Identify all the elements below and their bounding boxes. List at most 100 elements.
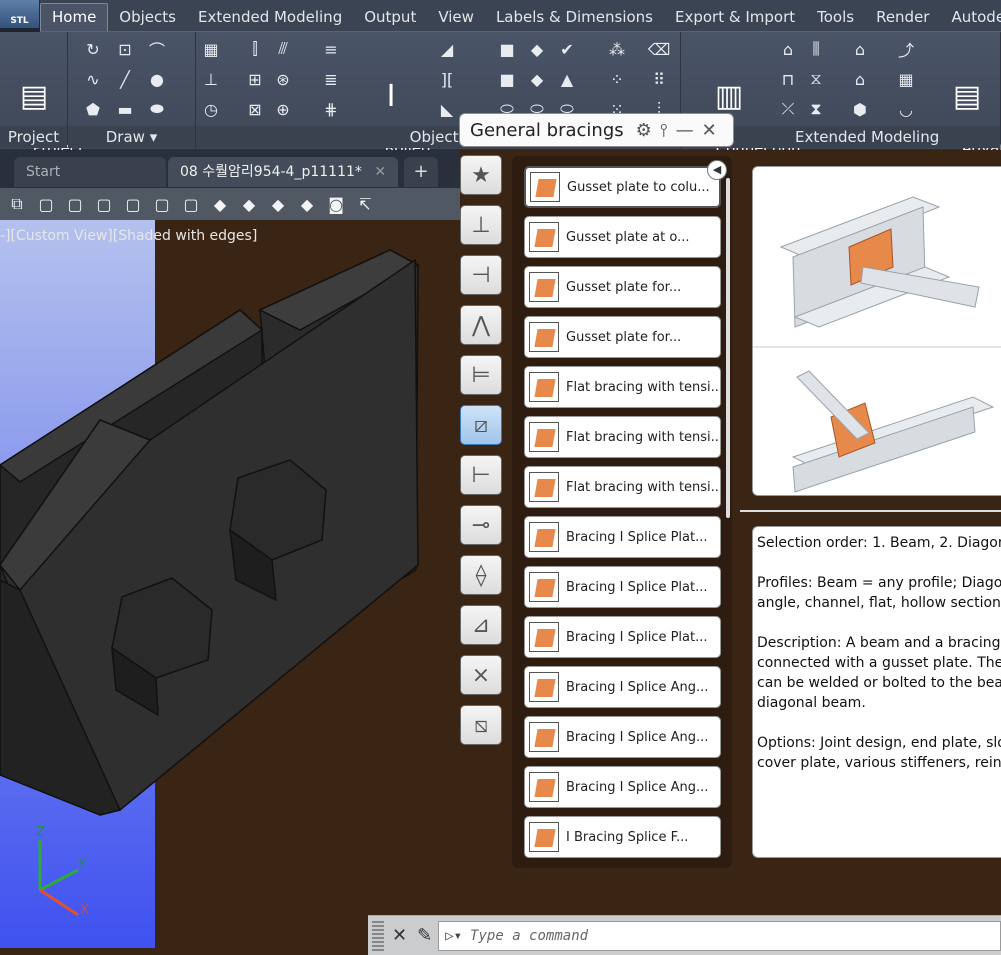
spline-icon[interactable]: ∿ [82,68,104,90]
tab-labels-dimensions[interactable]: Labels & Dimensions [485,8,664,31]
list-item[interactable]: Flat bracing with tensi... [524,366,721,408]
anchor-icon[interactable]: ⊕ [272,98,294,120]
eraser-icon[interactable]: ⌫ [648,38,671,60]
viewport-label[interactable]: -][Custom View][Shaded with edges] [0,228,257,244]
arc-icon[interactable]: ⌒ [146,38,168,60]
view-cube-icon[interactable]: ⧉ [6,193,28,215]
iso-ne-icon[interactable]: ◆ [267,193,289,215]
shape-4-icon[interactable]: ■ [496,68,518,90]
list-item[interactable]: Gusset plate at o... [524,216,721,258]
ellipse-icon[interactable]: ⬬ [146,98,168,120]
column-base-icon[interactable]: ⊥ [460,205,502,245]
grid-icon[interactable]: ▦ [200,38,222,60]
camera-icon[interactable]: ◙ [325,193,347,215]
shape-6-icon[interactable]: ▲ [556,68,578,90]
prompt-icon[interactable]: ▷▾ [445,928,462,944]
draw-group-title[interactable]: Draw ▾ [68,126,195,148]
model-viewport[interactable]: Z Y X -][Custom View][Shaded with edges] [0,220,460,955]
list-item[interactable]: Flat bracing with tensi... [524,466,721,508]
tab-tools[interactable]: Tools [806,8,865,31]
tab-output[interactable]: Output [353,8,427,31]
general-bracing-icon[interactable]: ⧄ [460,405,502,445]
clock-icon[interactable]: ◷ [200,98,222,120]
cube-icon[interactable]: ⬢ [849,98,871,120]
list-item[interactable]: Gusset plate for... [524,266,721,308]
plate-section-icon[interactable]: ◢ [436,38,458,60]
command-input[interactable]: ▷▾ Type a command [438,920,1001,951]
line-icon[interactable]: ╱ [114,68,136,90]
polyline-icon[interactable]: ↻ [82,38,104,60]
column-icon[interactable]: ⫿ [244,38,266,60]
view-back-icon[interactable]: ▢ [180,193,202,215]
bracket-icon[interactable]: ][ [436,68,458,90]
rectangle-icon[interactable]: ▬ [114,98,136,120]
view-front-icon[interactable]: ▢ [151,193,173,215]
dots-icon[interactable]: ⠿ [648,68,670,90]
roof-icon[interactable]: ⌂ [777,38,799,60]
clip-icon[interactable]: ⊸ [460,505,502,545]
list-item[interactable]: Bracing I Splice Plat... [524,566,721,608]
bolt-icon[interactable]: ⊛ [272,68,294,90]
list-item[interactable]: Bracing I Splice Plat... [524,616,721,658]
app-logo[interactable]: STL [0,0,40,28]
list-item[interactable]: Gusset plate to colu... [524,166,721,208]
portal-icon[interactable]: ⊓ [777,68,799,90]
shape-5-icon[interactable]: ◆ [526,68,548,90]
iso-se-icon[interactable]: ◆ [238,193,260,215]
ucs-icon[interactable]: ⊡ [114,38,136,60]
view-bottom-icon[interactable]: ▢ [64,193,86,215]
view-right-icon[interactable]: ▢ [122,193,144,215]
cross-icon[interactable]: ⨯ [460,655,502,695]
list-item[interactable]: Gusset plate for... [524,316,721,358]
stair-tool-icon[interactable]: ⤴ [895,38,917,60]
apex-icon[interactable]: ⋀ [460,305,502,345]
truss-2-icon[interactable]: ⧗ [805,98,827,120]
shape-2-icon[interactable]: ◆ [526,38,548,60]
list-item[interactable]: Bracing I Splice Ang... [524,716,721,758]
level-icon[interactable]: ⊥ [200,68,222,90]
minimize-icon[interactable]: — [676,120,694,141]
tab-active-drawing[interactable]: 08 수뤌암리954-4_p11111* ✕ [168,157,398,187]
frame-icon[interactable]: ⊨ [460,355,502,395]
drag-handle[interactable] [372,920,384,951]
truss-connection-icon[interactable]: ⊿ [460,605,502,645]
stair-icon[interactable]: ⋕ [320,98,342,120]
tab-start[interactable]: Start [14,157,166,187]
shape-3-icon[interactable]: ✔ [556,38,578,60]
close-icon[interactable]: ✕ [702,120,717,141]
iso-nw-icon[interactable]: ◆ [296,193,318,215]
tab-home[interactable]: Home [40,3,109,31]
list-item[interactable]: Bracing I Splice Ang... [524,666,721,708]
collapse-arrow-icon[interactable]: ◀ [707,160,727,180]
rail-icon[interactable]: ≡ [320,38,342,60]
settings-icon[interactable]: ⚙ [636,120,652,141]
shape-1-icon[interactable]: ■ [496,38,518,60]
weld-icon[interactable]: ⊠ [244,98,266,120]
circle-icon[interactable]: ● [146,68,168,90]
stiffener-icon[interactable]: ⟠ [460,555,502,595]
close-tab-icon[interactable]: ✕ [374,164,386,180]
wrench-icon[interactable]: ✎ [417,925,432,946]
pan-icon[interactable]: ↸ [354,193,376,215]
cage-icon[interactable]: ◡ [895,98,917,120]
compound-icon[interactable]: ◣ [436,98,458,120]
favorites-star-icon[interactable]: ★ [460,155,502,195]
pentagon-icon[interactable]: ⬟ [82,98,104,120]
tab-objects[interactable]: Objects [108,8,187,31]
tab-render[interactable]: Render [865,8,940,31]
splice-icon[interactable]: ⊢ [460,455,502,495]
beam-end-icon[interactable]: ⊣ [460,255,502,295]
list-scrollbar[interactable] [726,178,730,518]
cross-bracing-icon[interactable]: ⤫ [777,98,799,120]
plate-connection-icon[interactable]: ⧅ [460,705,502,745]
truss-icon[interactable]: ⧖ [805,68,827,90]
add-tab-button[interactable]: + [404,157,438,187]
tab-autodesk[interactable]: Autodesk 36 [940,8,1001,31]
house-outline-icon[interactable]: ⌂ [849,68,871,90]
close-command-icon[interactable]: ✕ [392,925,407,946]
iso-sw-icon[interactable]: ◆ [209,193,231,215]
frame-icon[interactable]: ⫼ [805,38,827,60]
pattern-2-icon[interactable]: ⁘ [606,68,628,90]
railing-icon[interactable]: ▦ [895,68,917,90]
tab-extended-modeling[interactable]: Extended Modeling [187,8,353,31]
